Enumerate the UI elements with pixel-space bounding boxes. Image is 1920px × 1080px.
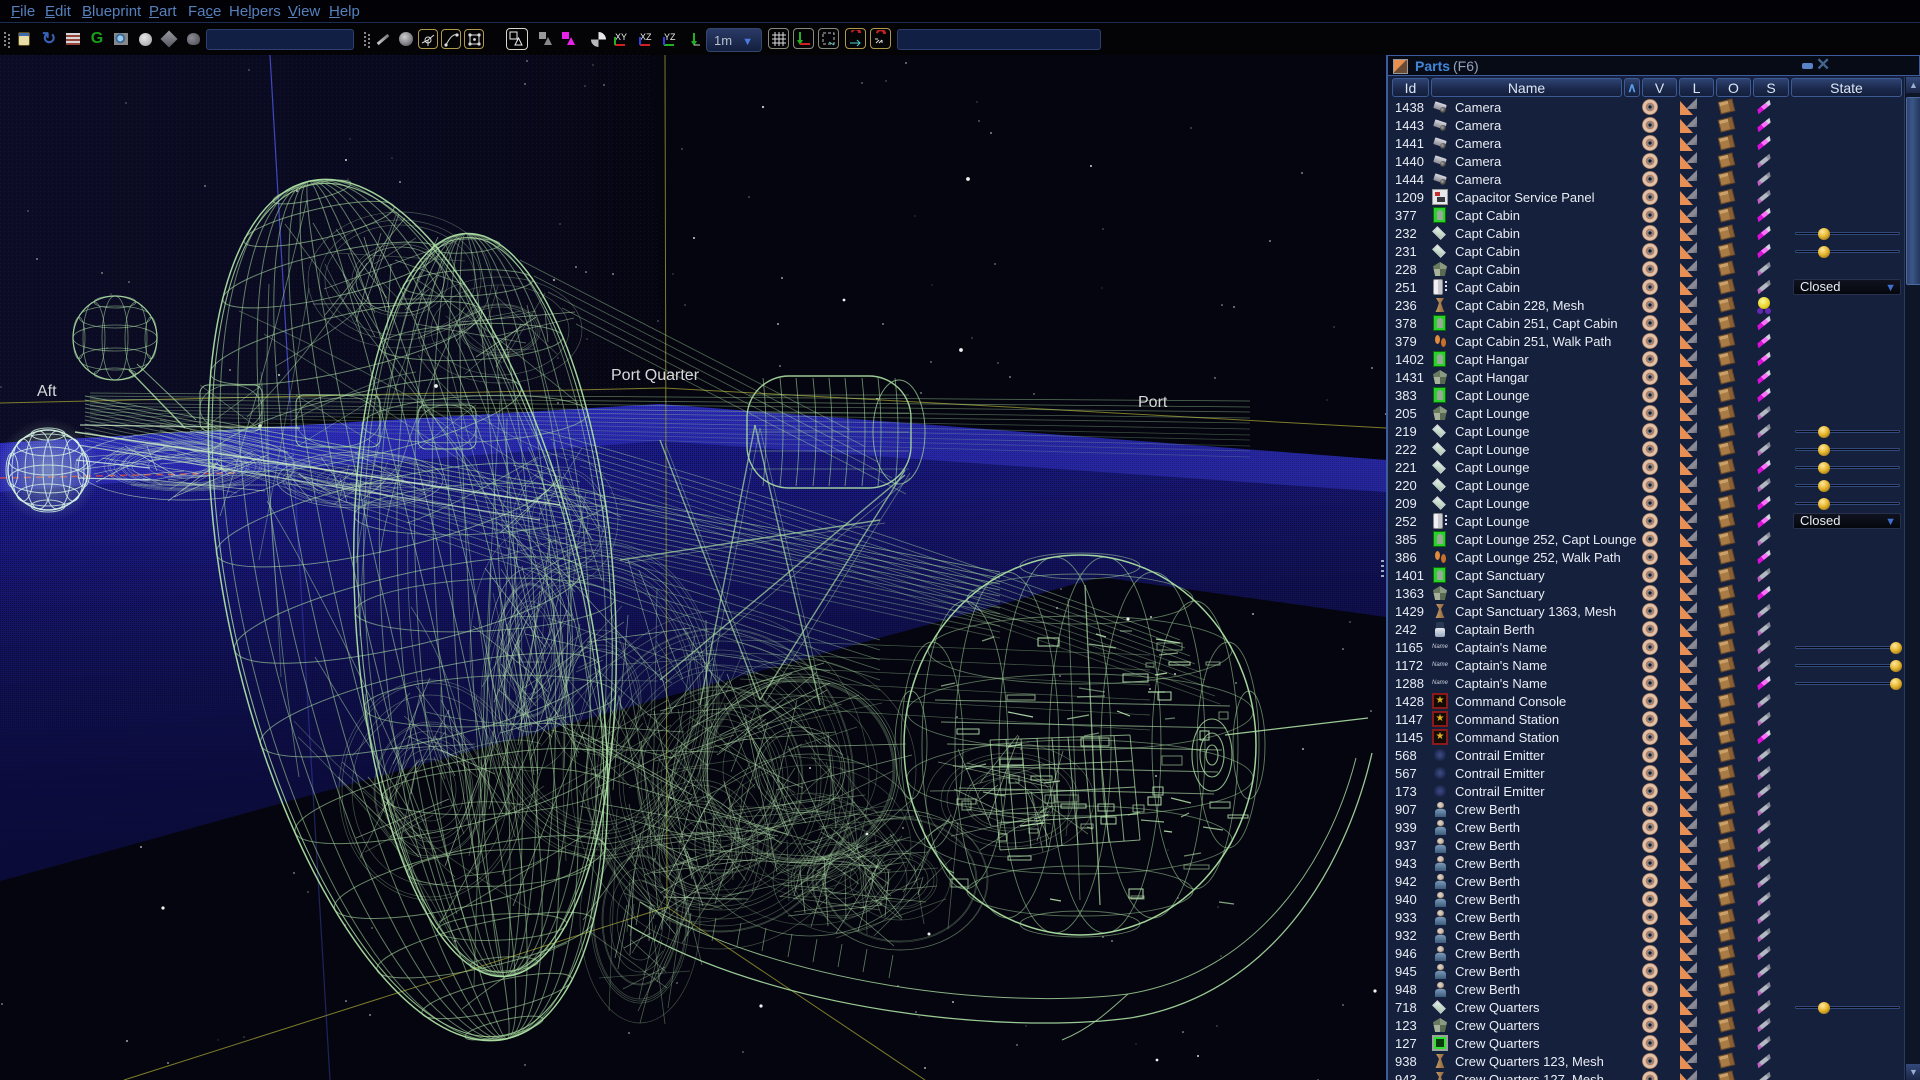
svg-text:XY: XY [615,32,627,42]
svg-text:Port: Port [1138,394,1168,411]
svg-text:XZ: XZ [640,32,652,42]
svg-text:Aft: Aft [37,383,57,400]
svg-text:Port Quarter: Port Quarter [611,367,700,384]
svg-text:YZ: YZ [664,32,676,42]
